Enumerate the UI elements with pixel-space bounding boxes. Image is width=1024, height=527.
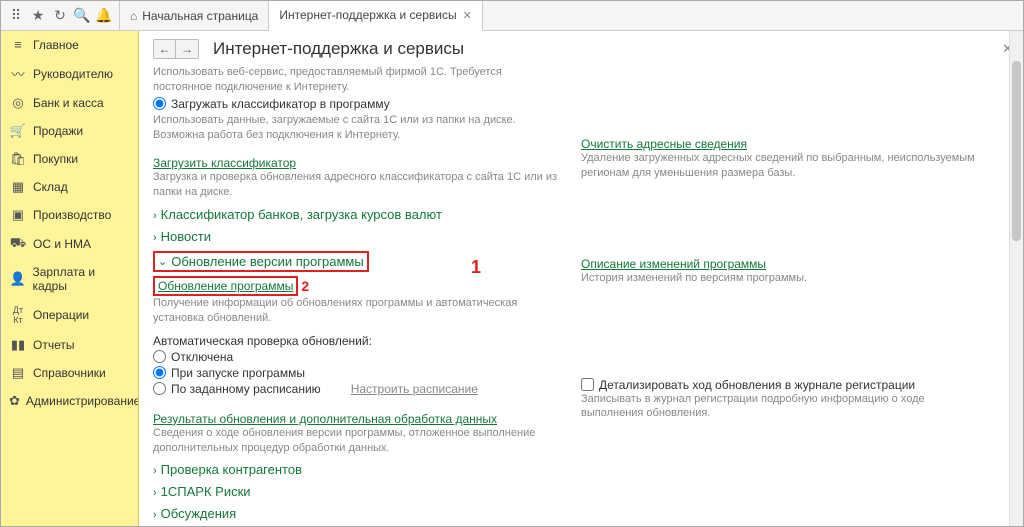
chevron-right-icon: ›: [153, 210, 157, 222]
chevron-down-icon: ⌄: [158, 255, 167, 268]
link-clear-address[interactable]: Очистить адресные сведения: [581, 137, 747, 151]
top-toolbar: ⠿ ★ ↻ 🔍 🔔 ⌂ Начальная страница Интернет-…: [1, 1, 1023, 31]
tab-internet-support[interactable]: Интернет-поддержка и сервисы ✕: [269, 1, 482, 31]
nav-forward-button[interactable]: →: [176, 40, 198, 58]
truck-icon: ⛟: [9, 235, 27, 253]
expand-spark-risks[interactable]: ›1СПАРК Риски: [153, 484, 561, 499]
expand-banks[interactable]: ›Классификатор банков, загрузка курсов в…: [153, 207, 561, 222]
radio-update-on-start[interactable]: [153, 366, 166, 379]
annotation-marker-2: 2: [301, 278, 309, 294]
nav-back-button[interactable]: ←: [154, 40, 176, 58]
sidebar-item-sales[interactable]: 🛒Продажи: [1, 117, 138, 145]
factory-icon: ▣: [9, 207, 27, 223]
tab-home-label: Начальная страница: [142, 9, 258, 23]
expand-discussions[interactable]: ›Обсуждения: [153, 506, 561, 521]
sidebar-item-hr[interactable]: 👤Зарплата и кадры: [1, 259, 138, 299]
sidebar-item-production[interactable]: ▣Производство: [1, 201, 138, 229]
update-results-desc: Сведения о ходе обновления версии програ…: [153, 426, 561, 456]
link-configure-schedule[interactable]: Настроить расписание: [351, 382, 478, 396]
box-icon: ▦: [9, 179, 27, 195]
radio-update-schedule[interactable]: [153, 382, 166, 395]
star-icon[interactable]: ★: [27, 7, 49, 24]
person-icon: 👤: [9, 271, 26, 287]
dt-icon: ДтКт: [9, 305, 27, 325]
expand-check-counterparties[interactable]: ›Проверка контрагентов: [153, 462, 561, 477]
search-icon[interactable]: 🔍: [71, 7, 93, 24]
tab-home[interactable]: ⌂ Начальная страница: [120, 1, 269, 30]
expand-news[interactable]: ›Новости: [153, 229, 561, 244]
scrollbar-thumb[interactable]: [1012, 61, 1021, 241]
expand-update-version[interactable]: ⌄ Обновление версии программы: [158, 254, 364, 269]
scrollbar[interactable]: [1009, 31, 1023, 526]
apps-grid-icon[interactable]: ⠿: [5, 7, 27, 24]
auto-check-label: Автоматическая проверка обновлений:: [153, 334, 561, 348]
intro-text-2: Использовать данные, загружаемые с сайта…: [153, 113, 561, 143]
cart-icon: 🛒: [9, 123, 27, 139]
chart-icon: 〰: [9, 64, 27, 83]
chevron-right-icon: ›: [153, 509, 157, 521]
sidebar-item-admin[interactable]: ✿Администрирование: [1, 387, 138, 415]
sidebar-item-bank[interactable]: ◎Банк и касса: [1, 89, 138, 117]
radio-load-label: Загружать классификатор в программу: [171, 97, 390, 111]
changes-description-text: История изменений по версиям программы.: [581, 271, 989, 286]
nav-buttons: ← →: [153, 39, 199, 59]
tab-bar: ⌂ Начальная страница Интернет-поддержка …: [120, 1, 483, 30]
sidebar-item-main[interactable]: ≡Главное: [1, 31, 138, 58]
link-load-classifier[interactable]: Загрузить классификатор: [153, 156, 296, 170]
bell-icon[interactable]: 🔔: [93, 7, 115, 24]
chevron-right-icon: ›: [153, 487, 157, 499]
bag-icon: 🛍: [9, 151, 27, 167]
checkbox-detail-label: Детализировать ход обновления в журнале …: [599, 378, 915, 392]
sidebar-item-reports[interactable]: ▮▮Отчеты: [1, 331, 138, 359]
sidebar-item-manager[interactable]: 〰Руководителю: [1, 58, 138, 89]
link-update-program[interactable]: Обновление программы: [158, 279, 293, 293]
book-icon: ▤: [9, 365, 27, 381]
link-changes-description[interactable]: Описание изменений программы: [581, 257, 766, 271]
history-icon[interactable]: ↻: [49, 7, 71, 24]
detail-log-desc: Записывать в журнал регистрации подробну…: [581, 392, 989, 422]
radio-load-classifier[interactable]: [153, 97, 166, 110]
tab-close-icon[interactable]: ✕: [463, 9, 472, 22]
chevron-right-icon: ›: [153, 232, 157, 244]
coin-icon: ◎: [9, 95, 27, 111]
menu-icon: ≡: [9, 37, 27, 52]
sidebar-item-os[interactable]: ⛟ОС и НМА: [1, 229, 138, 259]
highlight-box-2: Обновление программы: [153, 276, 298, 296]
update-program-desc: Получение информации об обновлениях прог…: [153, 296, 561, 326]
clear-address-desc: Удаление загруженных адресных сведений п…: [581, 151, 989, 181]
tab-active-label: Интернет-поддержка и сервисы: [279, 8, 456, 22]
checkbox-detail-log[interactable]: [581, 378, 594, 391]
radio-update-off[interactable]: [153, 350, 166, 363]
load-classifier-desc: Загрузка и проверка обновления адресного…: [153, 170, 561, 200]
home-icon: ⌂: [130, 9, 137, 23]
left-sidebar: ≡Главное 〰Руководителю ◎Банк и касса 🛒Пр…: [1, 31, 139, 526]
sidebar-item-warehouse[interactable]: ▦Склад: [1, 173, 138, 201]
sidebar-item-purchases[interactable]: 🛍Покупки: [1, 145, 138, 173]
sidebar-item-catalogs[interactable]: ▤Справочники: [1, 359, 138, 387]
highlight-box-1: ⌄ Обновление версии программы: [153, 251, 369, 272]
annotation-marker-1: 1: [471, 257, 481, 278]
link-update-results[interactable]: Результаты обновления и дополнительная о…: [153, 412, 497, 426]
toolbar-icon-group: ⠿ ★ ↻ 🔍 🔔: [1, 1, 120, 30]
sidebar-item-operations[interactable]: ДтКтОперации: [1, 299, 138, 331]
page-title: Интернет-поддержка и сервисы: [213, 39, 464, 59]
chevron-right-icon: ›: [153, 465, 157, 477]
content-area: ✕ ← → Интернет-поддержка и сервисы Испол…: [139, 31, 1023, 526]
intro-text-1: Использовать веб-сервис, предоставляемый…: [153, 65, 561, 95]
gear-icon: ✿: [9, 393, 20, 409]
barchart-icon: ▮▮: [9, 337, 27, 353]
